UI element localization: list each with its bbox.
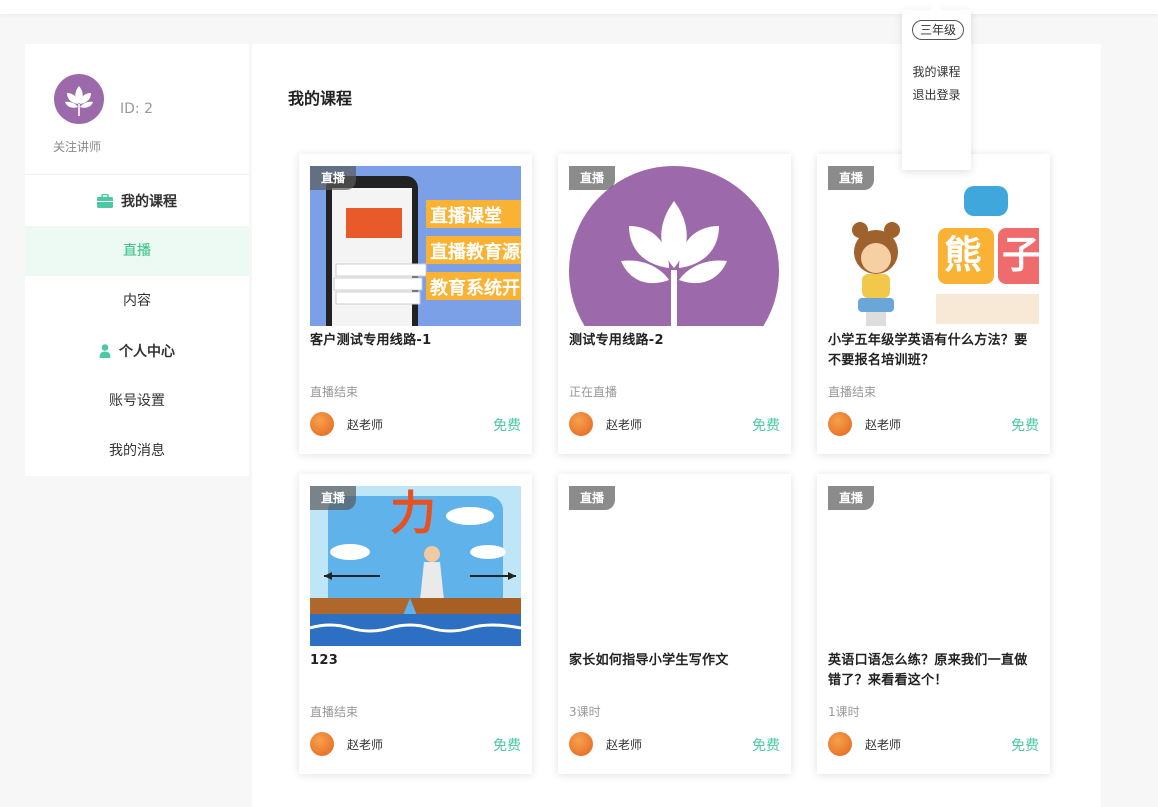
thumbnail-text: 力 [390, 486, 436, 540]
grade-selector[interactable]: 三年级 [912, 20, 964, 40]
user-icon [99, 344, 111, 358]
course-thumbnail: 力 直播 [310, 486, 521, 646]
dropdown-caret [930, 4, 942, 10]
teacher-avatar [569, 412, 593, 436]
course-status: 直播结束 [828, 385, 877, 399]
teacher-name: 赵老师 [606, 738, 643, 752]
course-price: 免费 [493, 418, 521, 434]
divider [25, 174, 249, 175]
sidebar-item-content[interactable]: 内容 [25, 276, 249, 326]
nav-section-my-courses: 我的课程 [25, 176, 249, 226]
course-title[interactable]: 客户测试专用线路-1 [310, 331, 522, 351]
avatar[interactable] [54, 74, 104, 124]
course-price: 免费 [752, 418, 780, 434]
course-thumbnail: 熊 子 直播 [828, 166, 1039, 326]
teacher-name: 赵老师 [865, 738, 902, 752]
live-tag: 直播 [310, 166, 356, 190]
live-tag: 直播 [569, 486, 615, 510]
thumbnail-text: 直播课堂 [430, 206, 502, 227]
course-card[interactable]: 直播 家长如何指导小学生写作文 3课时 赵老师 免费 [558, 474, 791, 774]
live-tag: 直播 [828, 166, 874, 190]
flower-logo-icon [65, 86, 93, 116]
course-title[interactable]: 英语口语怎么练？原来我们一直做错了？来看看这个！ [828, 651, 1040, 691]
course-card[interactable]: 熊 子 直播 小学五年级学英语有什么方法？要不要报名培训班？ 直播结束 赵老师 … [817, 154, 1050, 454]
course-card[interactable]: 直播课堂 直播教育源码 教育系统开 直播 客户测试专用线路-1 直播结束 赵老师… [299, 154, 532, 454]
teacher-avatar [828, 732, 852, 756]
dropdown-my-courses[interactable]: 我的课程 [902, 63, 971, 80]
teacher-name: 赵老师 [606, 418, 643, 432]
live-tag: 直播 [310, 486, 356, 510]
course-title[interactable]: 家长如何指导小学生写作文 [569, 651, 781, 671]
course-status: 正在直播 [569, 385, 618, 399]
course-title[interactable]: 小学五年级学英语有什么方法？要不要报名培训班？ [828, 331, 1040, 371]
course-status: 1课时 [828, 705, 860, 719]
course-status: 3课时 [569, 705, 601, 719]
course-thumbnail: 直播 [569, 486, 780, 646]
teacher-avatar [569, 732, 593, 756]
course-thumbnail: 直播课堂 直播教育源码 教育系统开 直播 [310, 166, 521, 326]
teacher-avatar [310, 412, 334, 436]
briefcase-icon [97, 194, 113, 208]
follow-teacher-link[interactable]: 关注讲师 [53, 138, 101, 155]
course-price: 免费 [1011, 418, 1039, 434]
course-status: 直播结束 [310, 705, 359, 719]
nav-section-label: 个人中心 [119, 344, 175, 360]
course-card[interactable]: 直播 英语口语怎么练？原来我们一直做错了？来看看这个！ 1课时 赵老师 免费 [817, 474, 1050, 774]
user-dropdown: 三年级 我的课程 退出登录 [902, 4, 971, 170]
dropdown-logout[interactable]: 退出登录 [902, 86, 971, 103]
course-price: 免费 [493, 738, 521, 754]
course-thumbnail: 直播 [828, 486, 1039, 646]
thumbnail-text: 教育系统开 [430, 278, 520, 299]
teacher-name: 赵老师 [865, 418, 902, 432]
teacher-avatar [828, 412, 852, 436]
sidebar-item-account-settings[interactable]: 账号设置 [25, 376, 249, 426]
thumbnail-text: 熊 [944, 233, 983, 277]
course-price: 免费 [1011, 738, 1039, 754]
page-title: 我的课程 [288, 89, 353, 108]
course-card[interactable]: 力 直播 123 直播结束 赵老师 免费 [299, 474, 532, 774]
thumbnail-text: 子 [1002, 233, 1039, 277]
nav-section-personal-center: 个人中心 [25, 326, 249, 376]
top-bar [0, 0, 1158, 14]
thumbnail-text: 直播教育源码 [430, 242, 521, 263]
course-card[interactable]: 直播 测试专用线路-2 正在直播 赵老师 免费 [558, 154, 791, 454]
teacher-name: 赵老师 [347, 738, 384, 752]
nav-section-label: 我的课程 [121, 194, 177, 210]
live-tag: 直播 [828, 486, 874, 510]
sidebar: ID: 2 关注讲师 我的课程 直播 内容 个人中心 账号设置 我的消息 [25, 44, 249, 476]
course-status: 直播结束 [310, 385, 359, 399]
course-title[interactable]: 测试专用线路-2 [569, 331, 781, 351]
course-thumbnail: 直播 [569, 166, 780, 326]
teacher-name: 赵老师 [347, 418, 384, 432]
flower-logo-icon [569, 166, 779, 326]
main-panel: 我的课程 直播课堂 直播教育源码 教育系统开 直播 客户测试专用线路-1 直播结… [252, 44, 1101, 807]
sidebar-item-live[interactable]: 直播 [25, 226, 249, 276]
course-title[interactable]: 123 [310, 651, 522, 671]
live-tag: 直播 [569, 166, 615, 190]
teacher-avatar [310, 732, 334, 756]
sidebar-item-messages[interactable]: 我的消息 [25, 426, 249, 476]
user-id: ID: 2 [120, 101, 153, 117]
course-price: 免费 [752, 738, 780, 754]
